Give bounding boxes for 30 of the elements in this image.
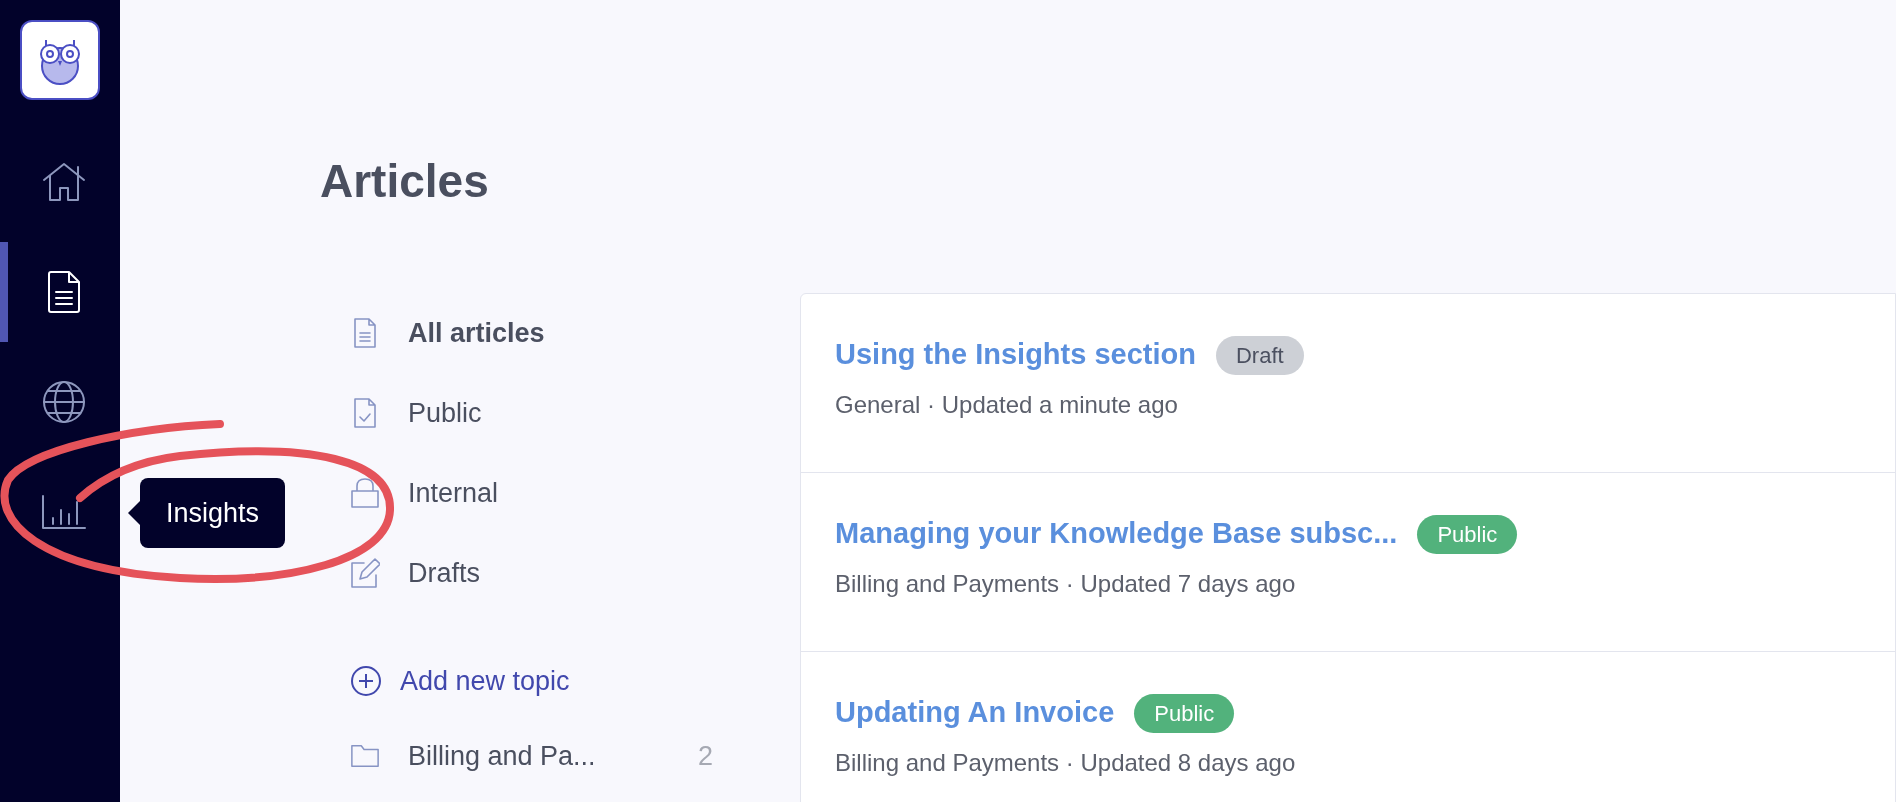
add-topic-link[interactable]: Add new topic	[350, 641, 800, 721]
folder-icon	[350, 743, 380, 769]
document-icon	[353, 317, 377, 349]
article-meta: Billing and Payments · Updated 7 days ago	[835, 568, 1297, 599]
page-title: Articles	[320, 158, 490, 204]
document-check-icon	[353, 397, 377, 429]
article-meta: General · Updated a minute ago	[835, 389, 1179, 420]
filter-item[interactable]: Drafts	[350, 533, 800, 613]
filter-item[interactable]: Public	[350, 373, 800, 453]
plus-circle-icon	[350, 665, 382, 697]
globe-icon	[42, 380, 86, 424]
article-row[interactable]: Using the Insights section Draft General · Updated a minute ago	[801, 294, 1895, 473]
article-meta: Billing and Payments · Updated 8 days ago	[835, 747, 1297, 778]
status-badge: Public	[1134, 693, 1235, 733]
topic-count: 2	[698, 739, 714, 773]
document-icon	[47, 270, 81, 314]
tooltip: Insights	[140, 478, 286, 548]
home-icon	[42, 162, 86, 202]
pencil-icon	[350, 557, 380, 589]
article-row[interactable]: Managing your Knowledge Base subsc... Public Billing and Payments · Updated 7 days ago	[801, 473, 1895, 652]
status-badge: Draft	[1215, 335, 1304, 375]
topic-item[interactable]: Billing and Pa... 2	[350, 721, 800, 791]
filter-item[interactable]: All articles	[350, 293, 800, 373]
lock-icon	[350, 477, 380, 509]
owl-logo[interactable]	[20, 20, 100, 100]
topic-label: Billing and Pa...	[408, 739, 597, 773]
status-badge: Public	[1417, 514, 1518, 554]
article-row[interactable]: Updating An Invoice Public Billing and Payments · Updated 8 days ago	[801, 652, 1895, 802]
filter-item[interactable]: Internal	[350, 453, 800, 533]
bar-chart-icon	[41, 494, 87, 530]
